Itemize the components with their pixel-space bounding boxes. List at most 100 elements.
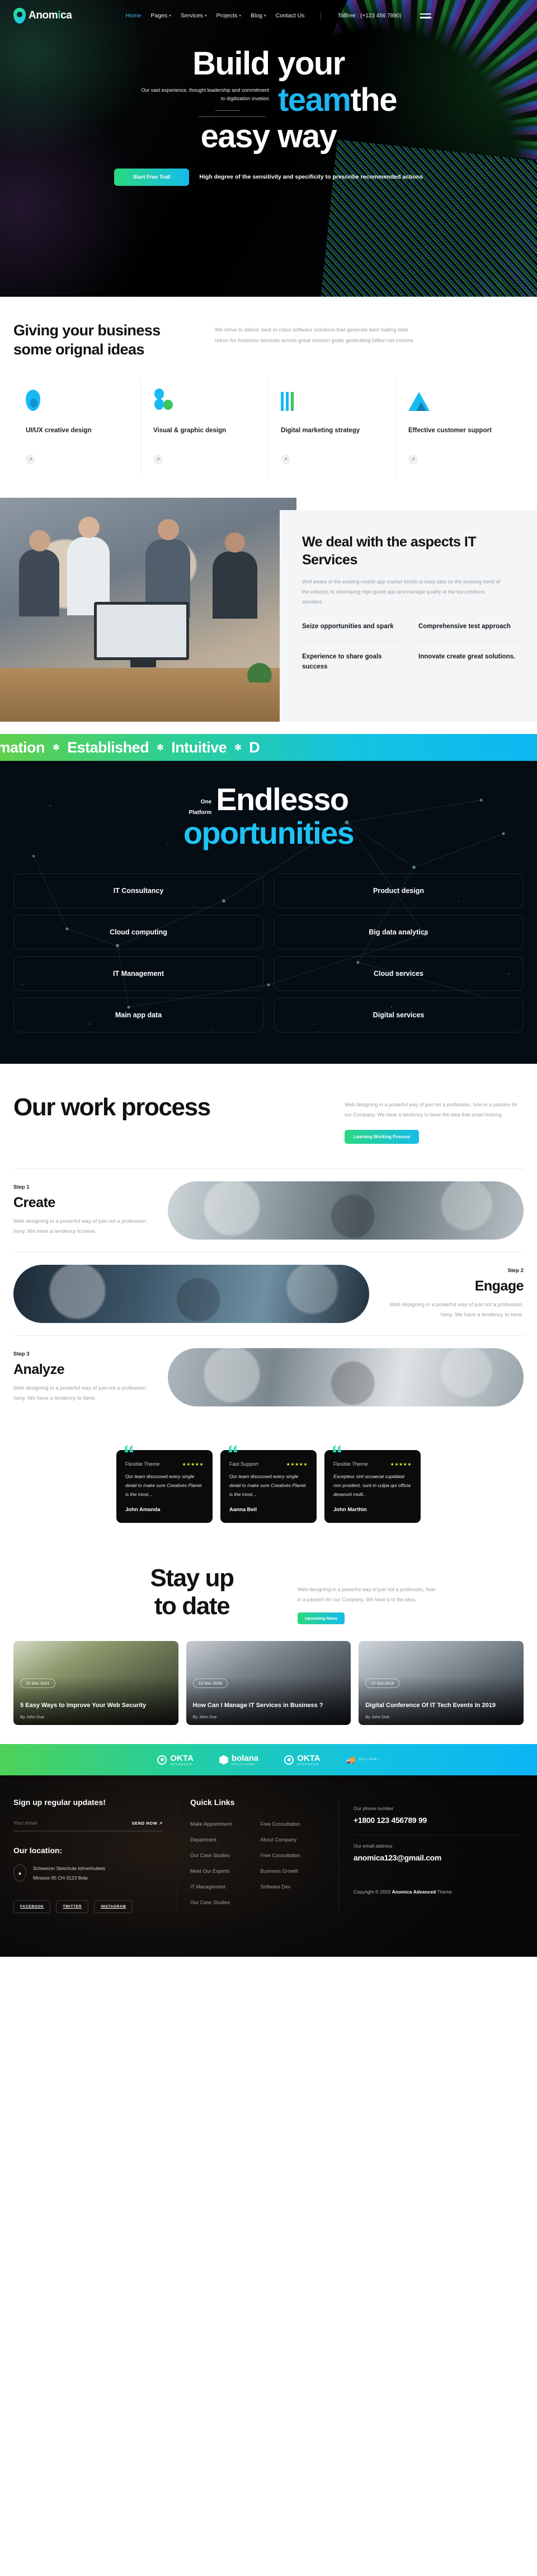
footer-phone-value[interactable]: +1800 123 456789 99 [354, 1816, 524, 1825]
partner-logo-okta[interactable]: OKTA ADVANCED [157, 1754, 194, 1766]
partner-logo-delivery[interactable]: 🚚 DELIVERY [346, 1755, 380, 1765]
endlesso-cell-digital-services[interactable]: Digital services [274, 998, 524, 1033]
quick-link-our-case-studies[interactable]: Our Case Studies [190, 1853, 255, 1858]
footer-email-value[interactable]: anomica123@gmail.com [354, 1853, 524, 1862]
endlesso-cell-it-consultancy[interactable]: IT Consultancy [13, 873, 263, 909]
blog-card[interactable]: 10 Nov 2020 How Can I Manage IT Services… [186, 1641, 351, 1726]
nav-item-projects[interactable]: Projects ▾ [216, 12, 241, 19]
nav-item-contact-us[interactable]: Contact Us [276, 12, 305, 19]
blog-card-title: 5 Easy Ways to Improve Your Web Security [20, 1702, 147, 1709]
work-step-image [13, 1265, 369, 1324]
main-navbar: Anomica Home Pages ▾ Services ▾ Projects ▾ … [0, 0, 537, 31]
arrow-up-right-icon[interactable]: ↗ [26, 455, 35, 465]
learning-working-process-button[interactable]: Learning Working Process [345, 1130, 420, 1144]
endlesso-cell-big-data-analytics[interactable]: Big data analytics [274, 915, 524, 950]
marquee-content: utomation ✻ Established ✻ Intuitive ✻ D [0, 739, 260, 756]
logo-text-a: Anom [29, 10, 58, 21]
testimonial-card[interactable]: “ Flexible Theme ★★★★★ Excepteur sint oc… [324, 1442, 421, 1523]
hero-accent-word: team [278, 81, 351, 118]
partner-logo-okta-2[interactable]: OKTA ADVANCED [284, 1754, 321, 1766]
work-process-description: Web designing in a powerful way of just … [345, 1102, 518, 1118]
work-step-text: Step 3 Analyze Web designing in a powerf… [13, 1351, 153, 1404]
work-process-section: Our work process Web designing in a powe… [0, 1064, 537, 1419]
quick-link-business-growth[interactable]: Business Growth [261, 1868, 326, 1874]
it-feature-item[interactable]: Innovate create great solutions. [418, 642, 517, 681]
idea-card-customer-support[interactable]: Effective customer support ↗ [396, 378, 524, 476]
nav-item-services[interactable]: Services ▾ [181, 12, 207, 19]
it-feature-item[interactable]: Comprehensive test approach [418, 621, 517, 642]
endlesso-cell-product-design[interactable]: Product design [274, 873, 524, 909]
hamburger-menu-icon[interactable] [420, 13, 431, 18]
rating-stars-icon: ★★★★★ [390, 1461, 412, 1467]
nav-item-blog[interactable]: Blog ▾ [251, 12, 266, 19]
endlesso-cell-it-management[interactable]: IT Management [13, 956, 263, 992]
blog-aside: Web designing in a powerful way of just … [298, 1584, 437, 1625]
hero-heading-line1: Build your [192, 45, 345, 82]
endlesso-eyebrow-line1: One [200, 799, 212, 806]
work-step-title: Create [13, 1194, 55, 1210]
endlesso-cell-cloud-services[interactable]: Cloud services [274, 956, 524, 992]
idea-card-digital-marketing[interactable]: Digital marketing strategy ↗ [268, 378, 396, 476]
blog-card[interactable]: 17 Oct 2019 Digital Conference Of IT Tec… [359, 1641, 524, 1726]
social-link-facebook[interactable]: FACEBOOK [13, 1900, 51, 1913]
partner-name: bolana [231, 1753, 259, 1763]
quick-link-it-management[interactable]: IT Management [190, 1884, 255, 1890]
arrow-up-right-icon[interactable]: ↗ [408, 455, 418, 465]
tollfree-phone[interactable]: Tollfree : (+123 456 7890) [337, 13, 401, 19]
copyright-pre: Copyright © 2023 [354, 1889, 392, 1895]
endlesso-cell-cloud-computing[interactable]: Cloud computing [13, 915, 263, 950]
email-input[interactable] [13, 1820, 92, 1826]
address-line-1: Schweizer Skischule lohnerhubels [33, 1866, 105, 1872]
it-services-description: Well aware of the existing mobile app ma… [302, 579, 501, 605]
send-now-button[interactable]: SEND NOW ↗ [131, 1821, 163, 1826]
start-free-trial-button[interactable]: Start Free Trall [114, 168, 190, 186]
testimonial-card[interactable]: “ Flexible Theme ★★★★★ Our team discusse… [116, 1442, 213, 1523]
it-feature-item[interactable]: Experience to share goals success [302, 642, 401, 681]
testimonial-body: Our team discussed every single detail t… [125, 1474, 202, 1497]
quick-link-our-case-studies-2[interactable]: Our Case Studies [190, 1900, 255, 1905]
testimonial-card[interactable]: “ Fast Support ★★★★★ Our team discussed … [220, 1442, 317, 1523]
newsletter-row: SEND NOW ↗ [13, 1820, 163, 1832]
upcoming-news-chip[interactable]: Upcoming News [298, 1612, 345, 1625]
partner-tagline: ADVANCED [170, 1762, 192, 1766]
social-link-twitter[interactable]: TWITTER [56, 1900, 89, 1913]
quick-link-department[interactable]: Department [190, 1837, 255, 1843]
rating-stars-icon: ★★★★★ [182, 1461, 204, 1467]
partner-logo-bolana[interactable]: bolana SOLUTIONS [219, 1754, 258, 1766]
quick-link-make-appointment[interactable]: Make Appointment [190, 1821, 255, 1827]
it-feature-item[interactable]: Seize opportunities and spark [302, 621, 401, 642]
chevron-down-icon: ▾ [169, 14, 171, 18]
footer-address: Schweizer Skischule lohnerhubels Mtrasse… [33, 1864, 105, 1882]
blog-title-line2: to date [154, 1592, 230, 1620]
arrow-up-right-icon[interactable]: ↗ [281, 455, 290, 465]
nav-item-pages[interactable]: Pages ▾ [150, 12, 171, 19]
work-process-header: Our work process Web designing in a powe… [13, 1093, 524, 1144]
idea-card-visual-graphic[interactable]: Visual & graphic design ↗ [141, 378, 268, 476]
hero-subtext: Our vast experience, thought leadership … [140, 86, 269, 118]
hero-rule-long [199, 116, 266, 118]
work-step-text: Step 1 Create Web designing in a powerfu… [13, 1184, 153, 1237]
endlesso-cell-main-app-data[interactable]: Main app data [13, 998, 263, 1033]
idea-card-uiux[interactable]: UI/UX creative design ↗ [13, 378, 141, 476]
social-link-instagram[interactable]: INSTAGRAM [94, 1900, 133, 1913]
nav-links: Home Pages ▾ Services ▾ Projects ▾ Blog ▾ Co… [125, 11, 431, 20]
work-steps-list: Step 1 Create Web designing in a powerfu… [13, 1168, 524, 1419]
site-logo[interactable]: Anomica [13, 8, 72, 24]
blog-card-date: 10 Nov 2020 [192, 1679, 228, 1689]
ideas-description: We strive to deliver best in-class softw… [215, 327, 413, 344]
it-feature-label: Comprehensive test approach [418, 623, 511, 630]
testimonial-header: Flexible Theme ★★★★★ [125, 1461, 204, 1467]
arrow-up-right-icon[interactable]: ↗ [153, 455, 163, 465]
testimonial-body: Excepteur sint occaecat cupidatat non pr… [333, 1474, 411, 1497]
blog-card[interactable]: 22 Dec 2021 5 Easy Ways to Improve Your … [13, 1641, 178, 1726]
quick-link-free-consultation-2[interactable]: Free Consultation [261, 1853, 326, 1858]
quick-link-about-company[interactable]: About Company [261, 1837, 326, 1843]
blog-card-date: 22 Dec 2021 [20, 1679, 55, 1689]
work-step-create: Step 1 Create Web designing in a powerfu… [13, 1168, 524, 1252]
nav-label: Projects [216, 12, 238, 19]
chevron-down-icon: ▾ [205, 14, 207, 18]
nav-item-home[interactable]: Home [125, 12, 141, 19]
quick-link-free-consultation[interactable]: Free Consultation [261, 1821, 326, 1827]
quick-link-software-dev[interactable]: Software Dev [261, 1884, 326, 1890]
quick-link-meet-our-experts[interactable]: Meet Our Experts [190, 1868, 255, 1874]
